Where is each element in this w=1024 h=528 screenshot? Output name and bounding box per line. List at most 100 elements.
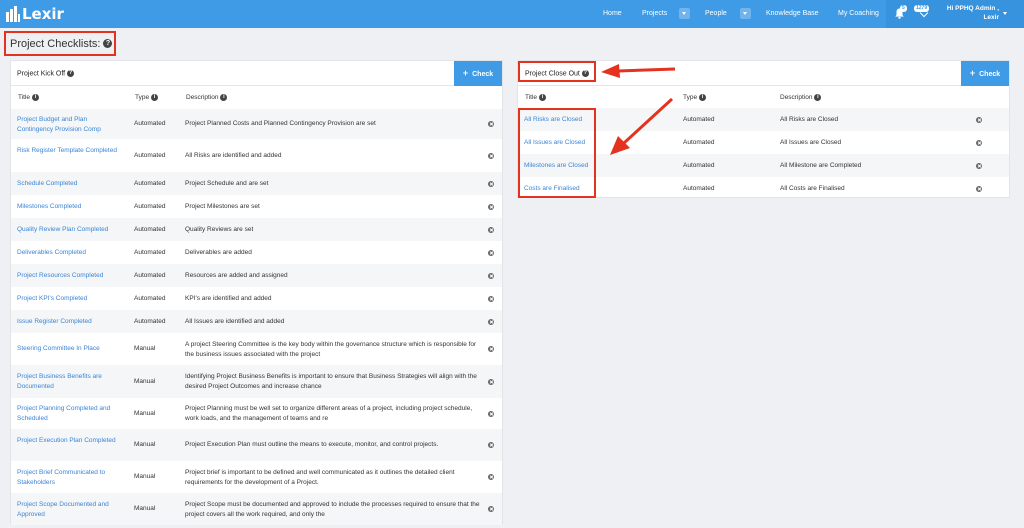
row-title-link[interactable]: Project Brief Communicated to Stakeholde… xyxy=(17,468,121,487)
nav-knowledge-base[interactable]: Knowledge Base xyxy=(766,0,819,28)
row-description: Identifying Project Business Benefits is… xyxy=(185,373,477,390)
table-row: Schedule Completed Automated Project Sched… xyxy=(11,172,502,195)
remove-row-icon[interactable] xyxy=(488,296,494,302)
remove-row-icon[interactable] xyxy=(488,319,494,325)
row-description: Quality Reviews are set xyxy=(185,226,254,233)
row-title-link[interactable]: Issue Register Completed xyxy=(17,317,121,327)
row-description: All Issues are Closed xyxy=(780,139,842,146)
nav-my-coaching[interactable]: My Coaching xyxy=(838,0,879,28)
annotation-arrow-down-left-icon xyxy=(610,97,674,155)
user-greeting[interactable]: Hi PPHQ Admin , Lexir xyxy=(947,4,999,22)
row-type: Manual xyxy=(134,473,156,480)
row-type: Automated xyxy=(683,116,715,123)
column-header-title[interactable]: Title i xyxy=(18,94,39,101)
plus-icon: + xyxy=(969,68,976,78)
row-type: Manual xyxy=(134,410,156,417)
messages-count-badge: 1279 xyxy=(914,5,930,12)
nav-people[interactable]: People xyxy=(705,0,727,28)
column-header-type[interactable]: Type i xyxy=(683,94,706,101)
row-description: Project Scope must be documented and app… xyxy=(185,501,480,518)
remove-row-icon[interactable] xyxy=(488,250,494,256)
remove-row-icon[interactable] xyxy=(488,153,494,159)
row-title-link[interactable]: Risk Register Template Completed xyxy=(17,146,121,156)
remove-row-icon[interactable] xyxy=(488,474,494,480)
annotation-arrow-left-icon xyxy=(601,64,676,78)
table-row: Project Resources Completed Automated Reso… xyxy=(11,264,502,287)
row-title-link[interactable]: Project Execution Plan Completed xyxy=(17,436,121,446)
info-icon: i xyxy=(538,94,546,101)
project-kick-off-panel: Project Kick Off ? + Check Title i Type i… xyxy=(10,60,503,525)
building-logo-icon xyxy=(6,6,20,22)
check-button[interactable]: + Check xyxy=(454,61,502,86)
nav-home[interactable]: Home xyxy=(603,0,622,28)
table-row: Issue Register Completed Automated All Iss… xyxy=(11,310,502,333)
row-description: All Costs are Finalised xyxy=(780,185,845,192)
row-title-link[interactable]: Project Business Benefits are Documented xyxy=(17,372,121,391)
row-title-link[interactable]: Steering Committee In Place xyxy=(17,344,121,354)
remove-row-icon[interactable] xyxy=(488,121,494,127)
row-title-link[interactable]: Project Budget and Plan Contingency Prov… xyxy=(17,115,121,134)
info-icon: i xyxy=(698,94,706,101)
info-icon: i xyxy=(220,94,228,101)
column-header-description[interactable]: Description i xyxy=(186,94,228,101)
remove-row-icon[interactable] xyxy=(488,227,494,233)
row-title-link[interactable]: Project Planning Completed and Scheduled xyxy=(17,404,121,423)
remove-row-icon[interactable] xyxy=(488,273,494,279)
row-description: Resources are added and assigned xyxy=(185,272,288,279)
remove-row-icon[interactable] xyxy=(488,411,494,417)
user-menu-caret-icon[interactable] xyxy=(1003,12,1007,15)
column-header-description[interactable]: Description i xyxy=(780,94,822,101)
table-row: Project KPI's Completed Automated KPI's ar… xyxy=(11,287,502,310)
column-header-title[interactable]: Title i xyxy=(525,94,546,101)
row-type: Manual xyxy=(134,378,156,385)
row-description: All Risks are Closed xyxy=(780,116,839,123)
remove-row-icon[interactable] xyxy=(488,204,494,210)
help-icon[interactable]: ? xyxy=(67,70,75,77)
remove-row-icon[interactable] xyxy=(976,140,982,146)
remove-row-icon[interactable] xyxy=(488,346,494,352)
column-header-type[interactable]: Type i xyxy=(135,94,158,101)
nav-projects[interactable]: Projects xyxy=(642,0,667,28)
panel-header: Project Kick Off ? + Check xyxy=(11,61,502,86)
table-row: Project Business Benefits are Documented… xyxy=(11,365,502,398)
row-description: All Issues are identified and added xyxy=(185,318,285,325)
remove-row-icon[interactable] xyxy=(488,379,494,385)
notifications-count-badge: 5 xyxy=(900,5,907,12)
remove-row-icon[interactable] xyxy=(488,506,494,512)
lexir-logo[interactable]: Lexir xyxy=(5,5,64,23)
row-description: A project Steering Committee is the key … xyxy=(185,341,477,358)
row-title-link[interactable]: Deliverables Completed xyxy=(17,248,121,258)
row-type: Automated xyxy=(134,318,166,325)
row-type: Automated xyxy=(134,249,166,256)
remove-row-icon[interactable] xyxy=(976,117,982,123)
people-dropdown-caret-icon[interactable] xyxy=(740,8,751,19)
row-description: Project brief is important to be defined… xyxy=(185,469,455,486)
row-type: Manual xyxy=(134,441,156,448)
table-row: Project Scope Documented and Approved Man… xyxy=(11,493,502,525)
row-title-link[interactable]: Quality Review Plan Completed xyxy=(17,225,121,235)
table-row: Quality Review Plan Completed Automated Qu… xyxy=(11,218,502,241)
row-description: Deliverables are added xyxy=(185,249,252,256)
row-type: Automated xyxy=(134,120,166,127)
row-title-link[interactable]: Project KPI's Completed xyxy=(17,294,121,304)
info-icon: i xyxy=(150,94,158,101)
row-title-link[interactable]: Project Scope Documented and Approved xyxy=(17,500,121,519)
row-description: Project Schedule and are set xyxy=(185,180,269,187)
remove-row-icon[interactable] xyxy=(488,442,494,448)
row-description: Project Milestones are set xyxy=(185,203,260,210)
row-title-link[interactable]: Project Resources Completed xyxy=(17,271,121,281)
row-title-link[interactable]: Schedule Completed xyxy=(17,179,121,189)
table-row: Milestones Completed Automated Project Mil… xyxy=(11,195,502,218)
page-title-help-icon[interactable]: ? xyxy=(103,39,113,48)
remove-row-icon[interactable] xyxy=(976,163,982,169)
remove-row-icon[interactable] xyxy=(488,181,494,187)
logo-text: Lexir xyxy=(22,5,64,23)
row-description: KPI's are identified and added xyxy=(185,295,272,302)
row-title-link[interactable]: Milestones Completed xyxy=(17,202,121,212)
remove-row-icon[interactable] xyxy=(976,186,982,192)
table-row: Project Budget and Plan Contingency Prov… xyxy=(11,109,502,139)
check-button[interactable]: + Check xyxy=(961,61,1009,86)
row-description: Project Execution Plan must outline the … xyxy=(185,441,439,448)
projects-dropdown-caret-icon[interactable] xyxy=(679,8,690,19)
user-greeting-line1: Hi PPHQ Admin , xyxy=(946,5,999,12)
